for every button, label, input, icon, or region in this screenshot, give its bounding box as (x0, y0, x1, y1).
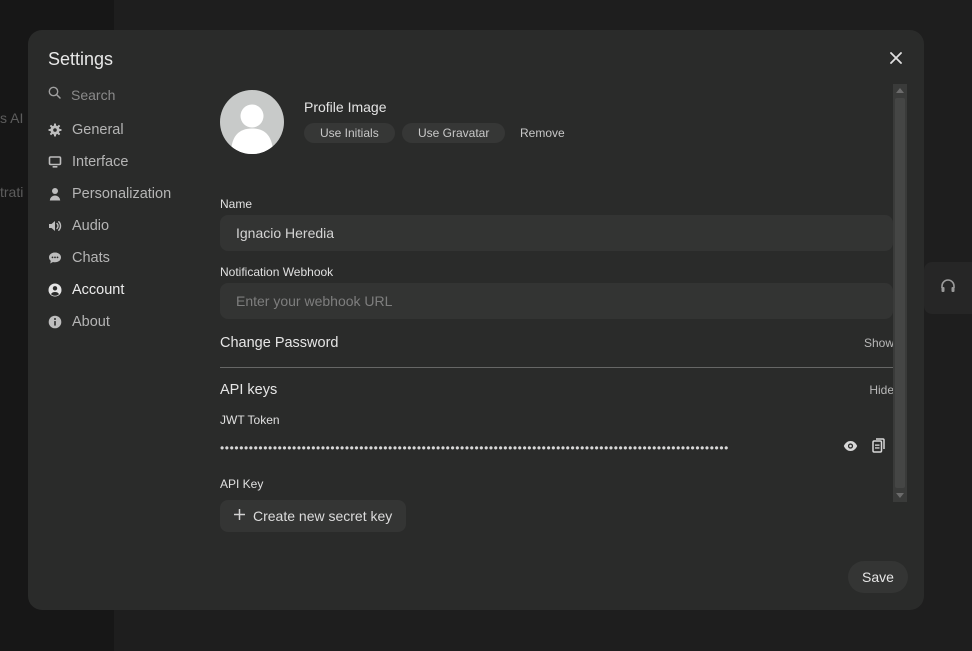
sidebar-item-label: Audio (72, 218, 110, 234)
clipboard-icon[interactable] (871, 438, 885, 458)
use-initials-button[interactable]: Use Initials (304, 123, 395, 143)
profile-image-label: Profile Image (304, 99, 387, 115)
settings-sidebar: General Interface Personalization (46, 84, 216, 338)
account-panel: Profile Image Use Initials Use Gravatar … (220, 84, 894, 532)
sidebar-item-label: General (72, 122, 124, 138)
background-text: trati (0, 184, 24, 200)
create-secret-key-label: Create new secret key (253, 508, 393, 524)
divider (220, 367, 893, 368)
headphones-icon[interactable] (940, 278, 956, 299)
plus-icon (233, 507, 246, 525)
sidebar-item-label: Interface (72, 154, 129, 170)
avatar[interactable] (220, 90, 284, 154)
sidebar-item-label: Personalization (72, 186, 172, 202)
show-password-toggle[interactable]: Show (864, 336, 894, 350)
hide-api-keys-toggle[interactable]: Hide (869, 383, 894, 397)
sidebar-item-label: About (72, 314, 110, 330)
settings-modal: Settings Search General Interface Person… (28, 30, 924, 610)
jwt-token-value: ••••••••••••••••••••••••••••••••••••••••… (220, 441, 729, 455)
search-icon (48, 86, 61, 104)
api-keys-title: API keys (220, 382, 278, 398)
sidebar-item-label: Chats (72, 250, 110, 266)
info-icon (48, 315, 62, 329)
sidebar-item-label: Account (72, 282, 125, 298)
copy-token-button[interactable] (870, 438, 886, 458)
change-password-title: Change Password (220, 335, 339, 351)
modal-title: Settings (48, 49, 114, 69)
close-icon[interactable] (890, 51, 902, 69)
save-button[interactable]: Save (848, 561, 908, 593)
chat-bubble-icon (48, 251, 62, 265)
search-box[interactable] (46, 84, 216, 106)
monitor-icon (48, 155, 62, 169)
sidebar-item-chats[interactable]: Chats (46, 242, 216, 274)
jwt-token-label: JWT Token (220, 413, 280, 427)
scrollbar[interactable] (893, 84, 907, 502)
scroll-up-arrow[interactable] (896, 88, 904, 93)
scroll-down-arrow[interactable] (896, 493, 904, 498)
toggle-visibility-button[interactable] (842, 440, 858, 456)
sidebar-item-audio[interactable]: Audio (46, 210, 216, 242)
api-key-label: API Key (220, 477, 264, 491)
use-gravatar-button[interactable]: Use Gravatar (402, 123, 506, 143)
remove-image-button[interactable]: Remove (520, 123, 565, 143)
sidebar-item-account[interactable]: Account (46, 274, 216, 306)
name-input[interactable] (220, 215, 893, 251)
webhook-label: Notification Webhook (220, 265, 334, 279)
webhook-input[interactable] (220, 283, 893, 319)
close-button[interactable] (888, 52, 904, 68)
name-label: Name (220, 197, 253, 211)
gear-icon (48, 123, 62, 137)
create-secret-key-button[interactable]: Create new secret key (220, 500, 407, 532)
sidebar-item-personalization[interactable]: Personalization (46, 178, 216, 210)
sidebar-item-interface[interactable]: Interface (46, 146, 216, 178)
speaker-icon (48, 219, 62, 233)
background-right-panel[interactable] (924, 262, 972, 314)
person-icon (48, 187, 62, 201)
search-input[interactable] (69, 86, 199, 104)
sidebar-item-general[interactable]: General (46, 114, 216, 146)
user-circle-icon (48, 283, 62, 297)
eye-icon[interactable] (843, 439, 858, 457)
scroll-thumb[interactable] (895, 98, 905, 488)
sidebar-item-about[interactable]: About (46, 306, 216, 338)
